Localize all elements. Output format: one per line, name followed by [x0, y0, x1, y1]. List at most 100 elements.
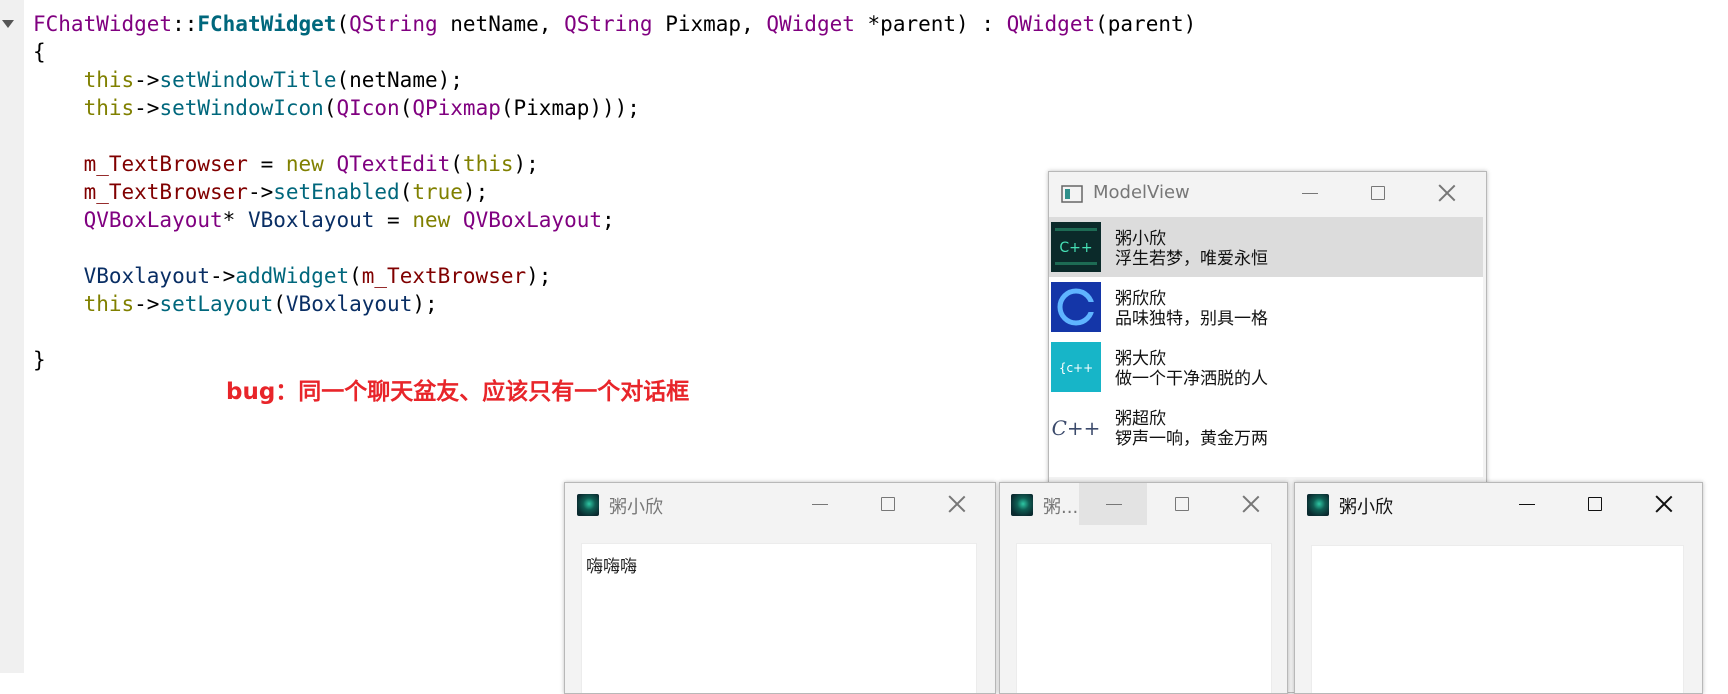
maximize-button[interactable]: [1147, 483, 1215, 525]
chat-titlebar[interactable]: 粥小欣: [565, 483, 995, 525]
list-item[interactable]: C++ 粥超欣 锣声一响，黄金万两: [1049, 397, 1483, 457]
modelview-titlebar[interactable]: ModelView: [1049, 172, 1486, 214]
code-token: ;: [602, 208, 615, 232]
code-line[interactable]: VBoxlayout->addWidget(m_TextBrowser);: [33, 262, 1196, 290]
code-token: setLayout: [159, 292, 274, 316]
code-token: m_TextBrowser: [83, 152, 248, 176]
code-token: ->: [134, 96, 160, 120]
maximize-button[interactable]: [1343, 172, 1411, 214]
code-token: );: [526, 264, 552, 288]
code-token: QVBoxLayout: [462, 208, 602, 232]
maximize-button[interactable]: [853, 483, 921, 525]
chat-titlebar[interactable]: 粥...: [1000, 483, 1287, 525]
code-token: this: [462, 152, 514, 176]
cpp-green-avatar-icon: C++: [1051, 222, 1101, 272]
chat-window[interactable]: 粥...: [999, 482, 1288, 694]
code-token: VBoxlayout: [83, 264, 211, 288]
code-token: ->: [210, 264, 236, 288]
close-button[interactable]: [1628, 483, 1696, 525]
close-button[interactable]: [1411, 172, 1479, 214]
code-token: FChatWidget: [197, 12, 337, 36]
code-line[interactable]: [33, 234, 1196, 262]
code-token: QPixmap: [412, 96, 501, 120]
chat-window[interactable]: 粥小欣: [1294, 482, 1703, 694]
minimize-icon: [1302, 193, 1318, 194]
code-line[interactable]: m_TextBrowser->setEnabled(true);: [33, 178, 1196, 206]
list-item[interactable]: 粥欣欣 品味独特，别具一格: [1049, 277, 1483, 337]
minimize-icon: [1519, 504, 1535, 505]
code-line[interactable]: this->setWindowIcon(QIcon(QPixmap(Pixmap…: [33, 94, 1196, 122]
code-token: ::: [172, 12, 198, 36]
bug-annotation: bug：同一个聊天盆友、应该只有一个对话框: [226, 379, 690, 405]
code-token: QVBoxLayout: [83, 208, 223, 232]
close-icon: [1242, 495, 1259, 512]
code-token: true: [412, 180, 463, 204]
code-token: QString: [349, 12, 438, 36]
code-token: =: [247, 152, 286, 176]
code-line[interactable]: }: [33, 346, 1196, 374]
window-title: 粥...: [1043, 497, 1079, 518]
svg-text:C++: C++: [1052, 416, 1101, 440]
code-token: (netName);: [336, 68, 463, 92]
code-line[interactable]: m_TextBrowser = new QTextEdit(this);: [33, 150, 1196, 178]
svg-text:C++: C++: [1059, 240, 1092, 256]
code-line[interactable]: [33, 122, 1196, 150]
chat-titlebar[interactable]: 粥小欣: [1295, 483, 1702, 525]
chat-text-edit[interactable]: [1016, 543, 1272, 693]
code-token: ->: [134, 68, 160, 92]
chat-text-edit[interactable]: [1311, 545, 1684, 693]
code-token: QWidget: [766, 12, 855, 36]
code-token: setWindowTitle: [159, 68, 337, 92]
code-editor[interactable]: FChatWidget::FChatWidget( QString netName…: [33, 10, 1196, 374]
code-line[interactable]: [33, 318, 1196, 346]
fold-arrow-icon[interactable]: [2, 20, 14, 28]
minimize-icon: [1106, 504, 1122, 505]
maximize-button[interactable]: [1560, 483, 1628, 525]
minimize-button[interactable]: [1079, 483, 1147, 525]
code-line[interactable]: this->setWindowTitle(netName);: [33, 66, 1196, 94]
code-token: this: [83, 292, 135, 316]
code-token: (: [399, 180, 413, 204]
code-token: VBoxlayout: [285, 292, 413, 316]
code-token: this: [83, 96, 135, 120]
code-token: netName,: [437, 12, 565, 36]
chat-app-icon: [1307, 494, 1329, 516]
contact-signature: 做一个干净洒脱的人: [1115, 369, 1268, 389]
code-token: (: [399, 96, 413, 120]
code-token: new: [412, 208, 451, 232]
code-token: new: [285, 152, 324, 176]
code-token: }: [33, 348, 46, 372]
code-token: *parent) :: [854, 12, 1007, 36]
code-token: (parent): [1095, 12, 1197, 36]
code-line[interactable]: {: [33, 38, 1196, 66]
code-token: {: [33, 40, 46, 64]
chat-app-icon: [577, 494, 599, 516]
close-icon: [948, 495, 965, 512]
code-token: ->: [247, 180, 274, 204]
close-button[interactable]: [921, 483, 989, 525]
minimize-button[interactable]: [785, 483, 853, 525]
minimize-button[interactable]: [1275, 172, 1343, 214]
code-token: (: [349, 264, 362, 288]
list-item[interactable]: {c++ 粥大欣 做一个干净洒脱的人: [1049, 337, 1483, 397]
code-token: (Pixmap)));: [500, 96, 640, 120]
code-line[interactable]: this->setLayout(VBoxlayout);: [33, 290, 1196, 318]
contact-signature: 锣声一响，黄金万两: [1115, 429, 1268, 449]
code-token: );: [513, 152, 539, 176]
chat-text-edit[interactable]: 嗨嗨嗨: [581, 543, 977, 693]
code-token: ->: [134, 292, 160, 316]
chat-window[interactable]: 粥小欣 嗨嗨嗨: [564, 482, 996, 694]
code-token: FChatWidget: [33, 12, 173, 36]
minimize-button[interactable]: [1492, 483, 1560, 525]
code-line[interactable]: FChatWidget::FChatWidget(QString netName…: [33, 10, 1196, 38]
code-token: setWindowIcon: [159, 96, 324, 120]
chat-app-icon: [1011, 494, 1033, 516]
list-item[interactable]: C++ 粥小欣 浮生若梦，唯爱永恒: [1049, 217, 1483, 277]
code-token: addWidget: [235, 264, 350, 288]
code-line[interactable]: QVBoxLayout* VBoxlayout = new QVBoxLayou…: [33, 206, 1196, 234]
close-button[interactable]: [1215, 483, 1283, 525]
contact-list[interactable]: C++ 粥小欣 浮生若梦，唯爱永恒 粥欣欣 品味独特，别具一格 {c++ 粥大欣…: [1049, 217, 1483, 477]
